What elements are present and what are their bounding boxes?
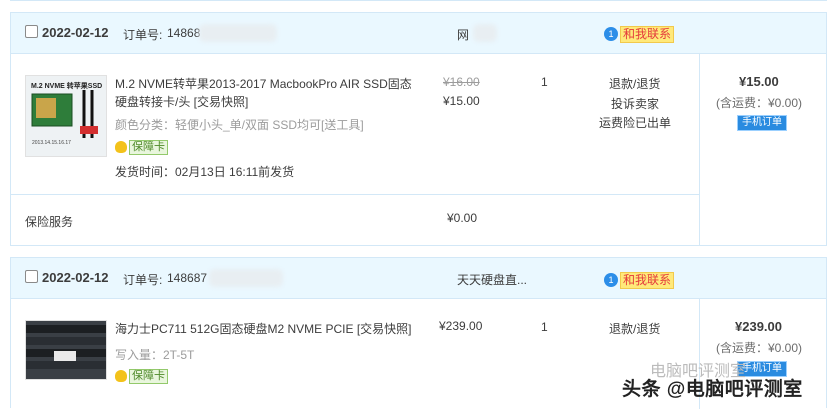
contact-label: 和我联系 bbox=[620, 25, 675, 43]
guarantee-label: 保障卡 bbox=[129, 139, 168, 155]
product-spec: 颜色分类：轻便小头_单/双面 SSD均可[送工具] bbox=[115, 118, 364, 132]
product-thumbnail[interactable] bbox=[25, 320, 107, 380]
total-price: ¥15.00 bbox=[739, 74, 779, 89]
shield-icon bbox=[115, 141, 127, 153]
column-divider bbox=[699, 54, 700, 246]
shield-icon bbox=[115, 370, 127, 382]
watermark: 头条 @电脑吧评测室 bbox=[622, 379, 803, 400]
top-divider bbox=[10, 0, 827, 1]
guarantee-label: 保障卡 bbox=[129, 368, 168, 384]
total-price: ¥239.00 bbox=[735, 319, 782, 334]
order-no-label: 订单号: bbox=[123, 28, 163, 42]
quantity: 1 bbox=[541, 75, 548, 89]
order-checkbox[interactable] bbox=[25, 25, 38, 38]
order-header: 2022-02-12 订单号: 14868 网 1 和我联系 bbox=[11, 13, 826, 54]
contact-seller-button[interactable]: 1 和我联系 bbox=[604, 271, 675, 289]
product-title[interactable]: M.2 NVME转苹果2013-2017 MacbookPro AIR SSD固… bbox=[115, 75, 415, 111]
shop-name[interactable]: 网 bbox=[457, 26, 469, 43]
product-title-line2: 硬盘转接卡/头 [交易快照] bbox=[115, 95, 249, 109]
unit-price: ¥15.00 bbox=[443, 94, 480, 108]
row-divider bbox=[11, 194, 699, 195]
mobile-order-badge: 手机订单 bbox=[737, 115, 787, 131]
contact-label: 和我联系 bbox=[620, 271, 675, 289]
contact-seller-button[interactable]: 1 和我联系 bbox=[604, 25, 675, 43]
product-spec: 写入量：2T-5T bbox=[115, 348, 195, 362]
shop-name[interactable]: 天天硬盘直... bbox=[457, 271, 527, 288]
ssd-image bbox=[26, 325, 106, 369]
chat-bubble-icon: 1 bbox=[604, 27, 618, 41]
refund-link[interactable]: 退款/退货 bbox=[609, 320, 660, 337]
order-header: 2022-02-12 订单号: 148687 天天硬盘直... 1 和我联系 bbox=[11, 258, 826, 299]
quantity: 1 bbox=[541, 320, 548, 334]
order-date: 2022-02-12 bbox=[42, 270, 109, 285]
refund-link[interactable]: 退款/退货 bbox=[609, 75, 660, 92]
order-date: 2022-02-12 bbox=[42, 25, 109, 40]
shipping-insurance-link[interactable]: 运费险已出单 bbox=[599, 114, 671, 131]
product-title[interactable]: 海力士PC711 512G固态硬盘M2 NVME PCIE [交易快照] bbox=[115, 320, 412, 337]
ship-time: 发货时间：02月13日 16:11前发货 bbox=[115, 165, 295, 179]
adapter-image: 2013.14.15.16.17 bbox=[31, 90, 98, 146]
shipping-fee: (含运费：¥0.00) bbox=[716, 96, 803, 110]
complain-link[interactable]: 投诉卖家 bbox=[611, 95, 659, 112]
unit-price: ¥239.00 bbox=[439, 319, 483, 333]
order-no: 148687 bbox=[167, 271, 208, 285]
insurance-service-price: ¥0.00 bbox=[447, 211, 478, 225]
order-checkbox[interactable] bbox=[25, 270, 38, 283]
insurance-service-label: 保险服务 bbox=[25, 215, 74, 229]
order-no: 14868 bbox=[167, 26, 201, 40]
product-title-line1: M.2 NVME转苹果2013-2017 MacbookPro AIR SSD固… bbox=[115, 77, 412, 91]
product-thumbnail[interactable]: M.2 NVME 转苹果SSD 2013.14.15.16.17 bbox=[25, 75, 107, 157]
redacted-order-no bbox=[209, 269, 283, 287]
guarantee-card[interactable]: 保障卡 bbox=[115, 139, 168, 155]
order-card: 2022-02-12 订单号: 14868 网 1 和我联系 M.2 NVME … bbox=[10, 12, 827, 246]
original-price: ¥16.00 bbox=[443, 75, 480, 89]
redacted-shop bbox=[473, 24, 497, 42]
shipping-fee: (含运费：¥0.00) bbox=[716, 341, 803, 355]
chat-bubble-icon: 1 bbox=[604, 273, 618, 287]
guarantee-card[interactable]: 保障卡 bbox=[115, 368, 168, 384]
order-no-label: 订单号: bbox=[123, 273, 163, 287]
svg-text:2013.14.15.16.17: 2013.14.15.16.17 bbox=[32, 140, 71, 146]
redacted-order-no bbox=[199, 24, 277, 42]
